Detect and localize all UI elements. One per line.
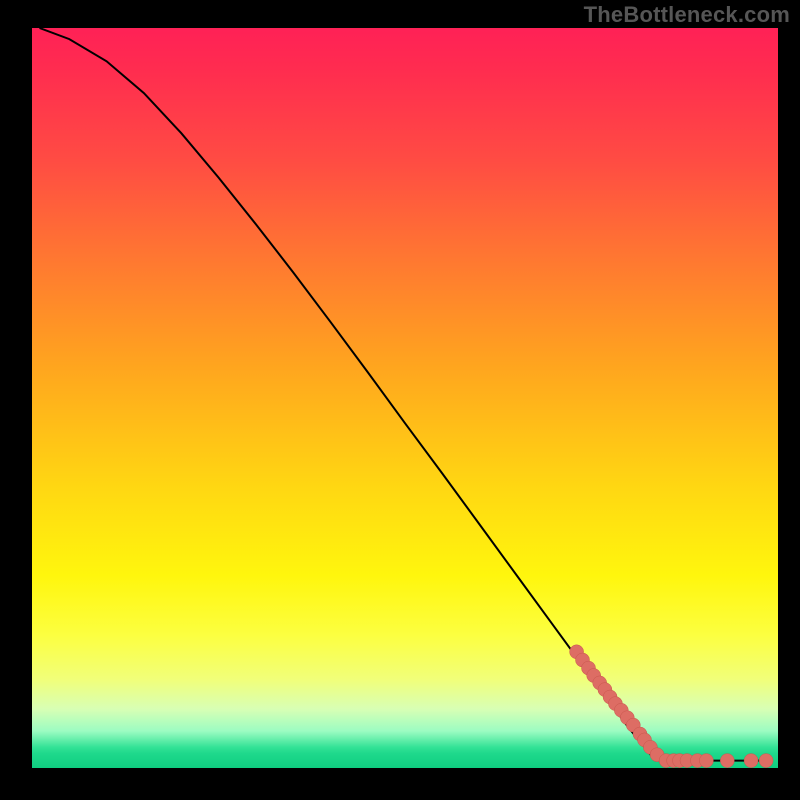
bottleneck-curve [40,28,771,761]
chart-svg [32,28,778,768]
data-point [759,754,773,768]
data-points-group [570,645,774,768]
data-point [720,754,734,768]
data-point [699,754,713,768]
data-point [744,754,758,768]
watermark-text: TheBottleneck.com [584,4,790,26]
plot-area [32,28,778,768]
chart-canvas: TheBottleneck.com [0,0,800,800]
